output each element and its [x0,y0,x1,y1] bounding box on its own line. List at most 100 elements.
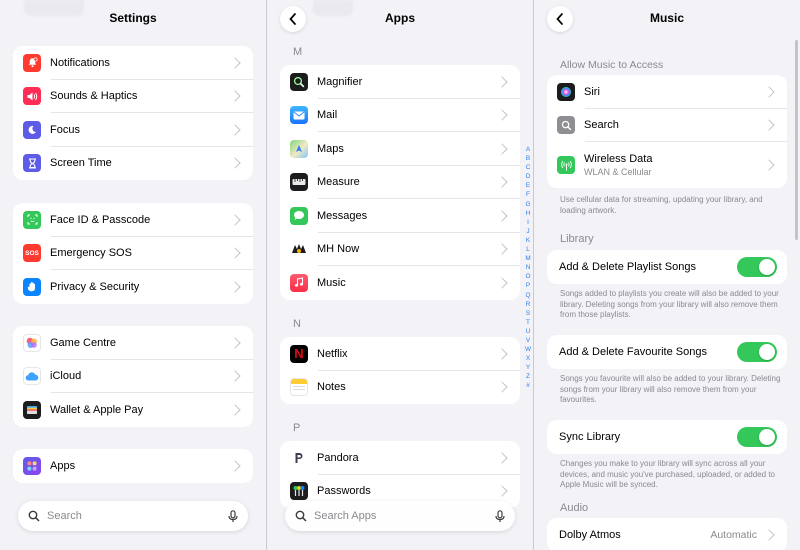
index-letter[interactable]: S [523,309,533,318]
row-label: Maps [317,142,344,155]
index-letter[interactable]: T [523,318,533,327]
section-letter-p: P [293,422,301,434]
settings-item-icloud[interactable]: iCloud [13,360,253,394]
index-letter[interactable]: Y [523,363,533,372]
chevron-right-icon [229,90,241,102]
settings-group-1: Notifications Sounds & Haptics Focus Scr… [13,46,253,180]
playlist-songs-toggle[interactable] [737,256,777,277]
row-label: MH Now [317,243,360,256]
sync-footer: Changes you make to your library will sy… [560,459,775,489]
app-item-messages[interactable]: Messages [280,199,520,233]
chevron-right-icon [229,247,241,259]
search-placeholder: Search [47,510,82,522]
index-letter[interactable]: W [523,345,533,354]
settings-item-wallet[interactable]: Wallet & Apple Pay [13,393,253,427]
antenna-icon [557,156,575,174]
microphone-icon[interactable] [495,509,505,523]
audio-group: Dolby Atmos Automatic [547,518,787,550]
chevron-right-icon [229,281,241,293]
settings-item-game-centre[interactable]: Game Centre [13,326,253,360]
apps-group-n: N Netflix Notes [280,337,520,404]
index-letter[interactable]: E [523,181,533,190]
index-letter[interactable]: B [523,154,533,163]
app-item-mh-now[interactable]: MH Now [280,233,520,267]
index-letter[interactable]: M [523,254,533,263]
index-letter[interactable]: H [523,209,533,218]
settings-item-notifications[interactable]: Notifications [13,46,253,80]
index-letter[interactable]: # [523,381,533,390]
index-letter[interactable]: I [523,218,533,227]
app-item-netflix[interactable]: N Netflix [280,337,520,371]
search-icon [557,116,575,135]
settings-item-privacy-security[interactable]: Privacy & Security [13,270,253,304]
settings-item-focus[interactable]: Focus [13,113,253,147]
chevron-right-icon [763,529,775,541]
row-label: Messages [317,209,368,222]
settings-item-emergency-sos[interactable]: SOS Emergency SOS [13,237,253,271]
chevron-right-icon [496,381,508,393]
section-index[interactable]: A B C D E F G H I J K L M N O P Q R S T U V W X Y Z # [523,145,533,391]
settings-item-apps[interactable]: Apps [13,449,253,483]
face-id-icon [23,210,41,229]
index-letter[interactable]: V [523,336,533,345]
app-item-notes[interactable]: Notes [280,371,520,405]
app-item-magnifier[interactable]: Magnifier [280,65,520,99]
index-letter[interactable]: X [523,354,533,363]
row-label: Add & Delete Playlist Songs [559,260,696,273]
apps-grid-icon [23,456,41,475]
index-letter[interactable]: Q [523,291,533,300]
access-item-search[interactable]: Search [547,109,787,143]
magnifier-icon [290,72,308,91]
settings-panel: Settings Notifications Sounds & Haptics … [0,0,266,550]
settings-item-sounds-haptics[interactable]: Sounds & Haptics [13,80,253,114]
index-letter[interactable]: N [523,263,533,272]
index-letter[interactable]: F [523,190,533,199]
access-item-siri[interactable]: Siri [547,75,787,109]
notes-icon [290,378,308,397]
row-label: Notifications [50,56,110,69]
row-label: Measure [317,176,360,189]
index-letter[interactable]: D [523,172,533,181]
index-letter[interactable]: K [523,236,533,245]
speaker-icon [23,87,41,106]
index-letter[interactable]: A [523,145,533,154]
dolby-atmos-row[interactable]: Dolby Atmos Automatic [547,518,787,550]
settings-item-face-id[interactable]: Face ID & Passcode [13,203,253,237]
index-letter[interactable]: Z [523,372,533,381]
row-label: Notes [317,381,346,394]
chevron-right-icon [496,485,508,497]
access-item-wireless-data[interactable]: Wireless Data WLAN & Cellular [547,142,787,188]
app-item-pandora[interactable]: Pandora [280,441,520,475]
section-letter-m: M [293,46,303,58]
scrollbar[interactable] [795,40,798,240]
index-letter[interactable]: L [523,245,533,254]
index-letter[interactable]: P [523,281,533,290]
wallet-icon [23,400,41,419]
chevron-right-icon [496,243,508,255]
music-panel: Music Allow Music to Access Siri Search … [534,0,800,550]
siri-icon [557,82,575,101]
microphone-icon[interactable] [228,509,238,523]
toggle-group-playlist: Add & Delete Playlist Songs [547,250,787,284]
index-letter[interactable]: J [523,227,533,236]
app-item-music[interactable]: Music [280,266,520,300]
settings-search-bar[interactable]: Search [18,501,248,531]
index-letter[interactable]: O [523,272,533,281]
chevron-right-icon [229,214,241,226]
index-letter[interactable]: R [523,300,533,309]
app-item-measure[interactable]: Measure [280,166,520,200]
app-item-mail[interactable]: Mail [280,99,520,133]
index-letter[interactable]: G [523,200,533,209]
settings-item-screen-time[interactable]: Screen Time [13,147,253,181]
favourite-footer: Songs you favourite will also be added t… [560,374,781,404]
dolby-atmos-value: Automatic [710,528,757,541]
sync-library-toggle[interactable] [737,426,777,447]
row-label: Sync Library [559,430,621,443]
favourite-songs-toggle[interactable] [737,341,777,362]
app-item-maps[interactable]: Maps [280,132,520,166]
cloud-icon [23,367,41,386]
chevron-right-icon [229,460,241,472]
apps-search-bar[interactable]: Search Apps [285,501,515,531]
index-letter[interactable]: U [523,327,533,336]
index-letter[interactable]: C [523,163,533,172]
